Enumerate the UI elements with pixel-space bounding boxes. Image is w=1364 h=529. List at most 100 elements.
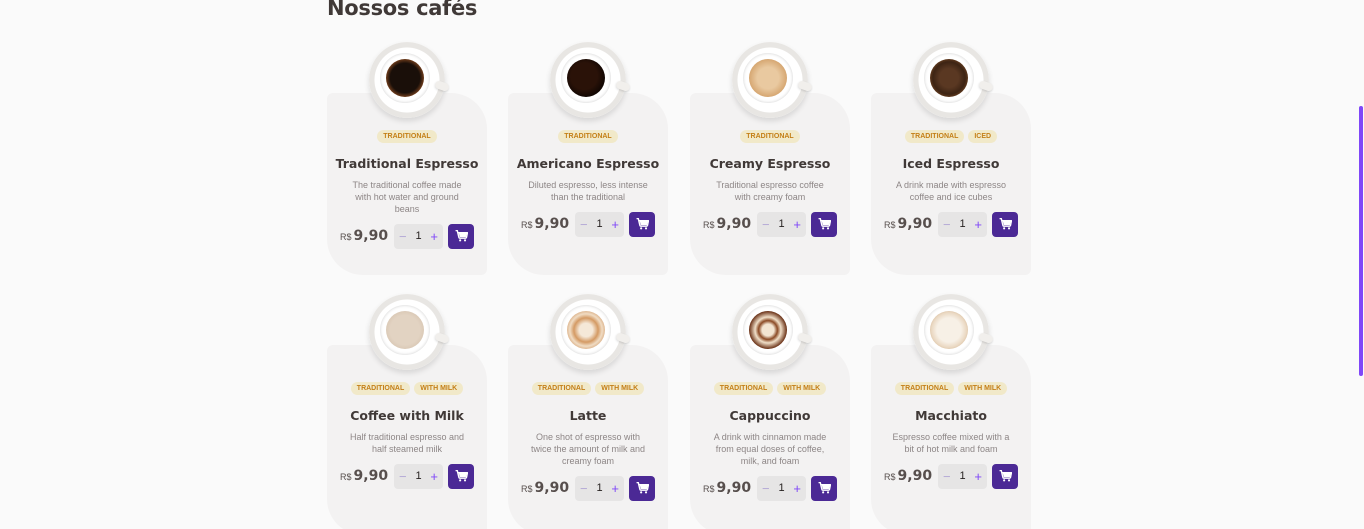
currency-symbol: R$	[884, 220, 896, 230]
shopping-cart-icon	[999, 470, 1012, 482]
product-card: TRADITIONAL Americano Espresso Diluted esp…	[508, 93, 668, 275]
price-value: 9,90	[897, 468, 933, 484]
coffee-cup-image	[550, 294, 631, 370]
quantity-stepper: − 1 +	[757, 475, 806, 501]
product-name: Macchiato	[915, 408, 987, 423]
product-tag: TRADITIONAL	[350, 382, 411, 395]
buy-row: R$ 9,90 − 1 +	[521, 211, 657, 237]
currency-symbol: R$	[703, 220, 715, 230]
scrollbar-thumb[interactable]	[1359, 106, 1363, 376]
product-name: Cappuccino	[729, 408, 811, 423]
product-description: A drink with cinnamon made from equal do…	[713, 432, 827, 466]
price-value: 9,90	[353, 228, 389, 244]
increase-quantity-button[interactable]: +	[430, 230, 438, 243]
coffee-cup-image	[369, 294, 450, 370]
product-price: R$ 9,90	[340, 468, 394, 484]
product-description: Traditional espresso coffee with creamy …	[716, 180, 824, 202]
product-price: R$ 9,90	[521, 480, 575, 496]
increase-quantity-button[interactable]: +	[793, 218, 801, 231]
product-card: TRADITIONAL WITH MILK Cappuccino A drink wi…	[690, 345, 850, 529]
increase-quantity-button[interactable]: +	[430, 470, 438, 483]
quantity-value: 1	[596, 482, 603, 494]
product-tags: TRADITIONAL WITH MILK	[508, 382, 668, 395]
buy-row: R$ 9,90 − 1 +	[884, 463, 1020, 489]
shopping-cart-icon	[455, 230, 468, 242]
decrease-quantity-button[interactable]: −	[399, 230, 407, 243]
price-value: 9,90	[716, 216, 752, 232]
add-to-cart-button[interactable]	[629, 211, 655, 237]
product-price: R$ 9,90	[703, 480, 757, 496]
product-card: TRADITIONAL WITH MILK Latte One shot of esp…	[508, 345, 668, 529]
add-to-cart-button[interactable]	[811, 475, 837, 501]
product-tags: TRADITIONAL WITH MILK	[327, 382, 487, 395]
product-price: R$ 9,90	[703, 216, 757, 232]
add-to-cart-button[interactable]	[992, 211, 1018, 237]
add-to-cart-button[interactable]	[992, 463, 1018, 489]
product-description: Diluted espresso, less intense than the …	[528, 180, 648, 202]
product-tags: TRADITIONAL ICED	[871, 130, 1031, 143]
product-card: TRADITIONAL WITH MILK Coffee with Milk Half…	[327, 345, 487, 529]
shopping-cart-icon	[636, 482, 649, 494]
product-tag: TRADITIONAL	[894, 382, 955, 395]
buy-row: R$ 9,90 − 1 +	[340, 223, 476, 249]
product-name: Latte	[569, 408, 607, 423]
coffee-cup-image	[732, 294, 813, 370]
decrease-quantity-button[interactable]: −	[943, 470, 951, 483]
increase-quantity-button[interactable]: +	[974, 218, 982, 231]
buy-row: R$ 9,90 − 1 +	[884, 211, 1020, 237]
shopping-cart-icon	[818, 218, 831, 230]
product-price: R$ 9,90	[884, 216, 938, 232]
product-tags: TRADITIONAL	[508, 130, 668, 143]
product-tag: WITH MILK	[777, 382, 827, 395]
decrease-quantity-button[interactable]: −	[943, 218, 951, 231]
currency-symbol: R$	[703, 484, 715, 494]
product-name: Iced Espresso	[902, 156, 1000, 171]
increase-quantity-button[interactable]: +	[793, 482, 801, 495]
coffee-cup-image	[913, 42, 994, 118]
product-price: R$ 9,90	[884, 468, 938, 484]
add-to-cart-button[interactable]	[629, 475, 655, 501]
currency-symbol: R$	[521, 220, 533, 230]
product-tag: TRADITIONAL	[558, 130, 618, 143]
product-name: Traditional Espresso	[335, 156, 479, 171]
add-to-cart-button[interactable]	[448, 223, 474, 249]
currency-symbol: R$	[521, 484, 533, 494]
price-value: 9,90	[897, 216, 933, 232]
decrease-quantity-button[interactable]: −	[762, 218, 770, 231]
add-to-cart-button[interactable]	[448, 463, 474, 489]
currency-symbol: R$	[340, 472, 352, 482]
currency-symbol: R$	[884, 472, 896, 482]
increase-quantity-button[interactable]: +	[611, 482, 619, 495]
quantity-stepper: − 1 +	[394, 223, 443, 249]
product-price: R$ 9,90	[340, 228, 394, 244]
quantity-stepper: − 1 +	[938, 211, 987, 237]
product-card: TRADITIONAL ICED Iced Espresso A drink made…	[871, 93, 1031, 275]
increase-quantity-button[interactable]: +	[974, 470, 982, 483]
coffee-catalog-page: Nossos cafés TRADITIONAL Traditional Espr…	[0, 0, 1364, 529]
decrease-quantity-button[interactable]: −	[762, 482, 770, 495]
coffee-cup-image	[550, 42, 631, 118]
shopping-cart-icon	[818, 482, 831, 494]
shopping-cart-icon	[455, 470, 468, 482]
product-tag: WITH MILK	[958, 382, 1008, 395]
decrease-quantity-button[interactable]: −	[580, 218, 588, 231]
price-value: 9,90	[353, 468, 389, 484]
increase-quantity-button[interactable]: +	[611, 218, 619, 231]
product-description: The traditional coffee made with hot wat…	[352, 180, 462, 214]
quantity-stepper: − 1 +	[394, 463, 443, 489]
product-name: Americano Espresso	[516, 156, 660, 171]
quantity-value: 1	[415, 230, 422, 242]
product-tag: WITH MILK	[414, 382, 464, 395]
decrease-quantity-button[interactable]: −	[580, 482, 588, 495]
product-description: Half traditional espresso and half steam…	[349, 432, 465, 454]
price-value: 9,90	[716, 480, 752, 496]
decrease-quantity-button[interactable]: −	[399, 470, 407, 483]
add-to-cart-button[interactable]	[811, 211, 837, 237]
product-description: One shot of espresso with twice the amou…	[530, 432, 646, 466]
product-card: TRADITIONAL WITH MILK Macchiato Espresso co…	[871, 345, 1031, 529]
buy-row: R$ 9,90 − 1 +	[703, 475, 839, 501]
buy-row: R$ 9,90 − 1 +	[340, 463, 476, 489]
product-tags: TRADITIONAL WITH MILK	[690, 382, 850, 395]
coffee-cup-image	[732, 42, 813, 118]
shopping-cart-icon	[636, 218, 649, 230]
